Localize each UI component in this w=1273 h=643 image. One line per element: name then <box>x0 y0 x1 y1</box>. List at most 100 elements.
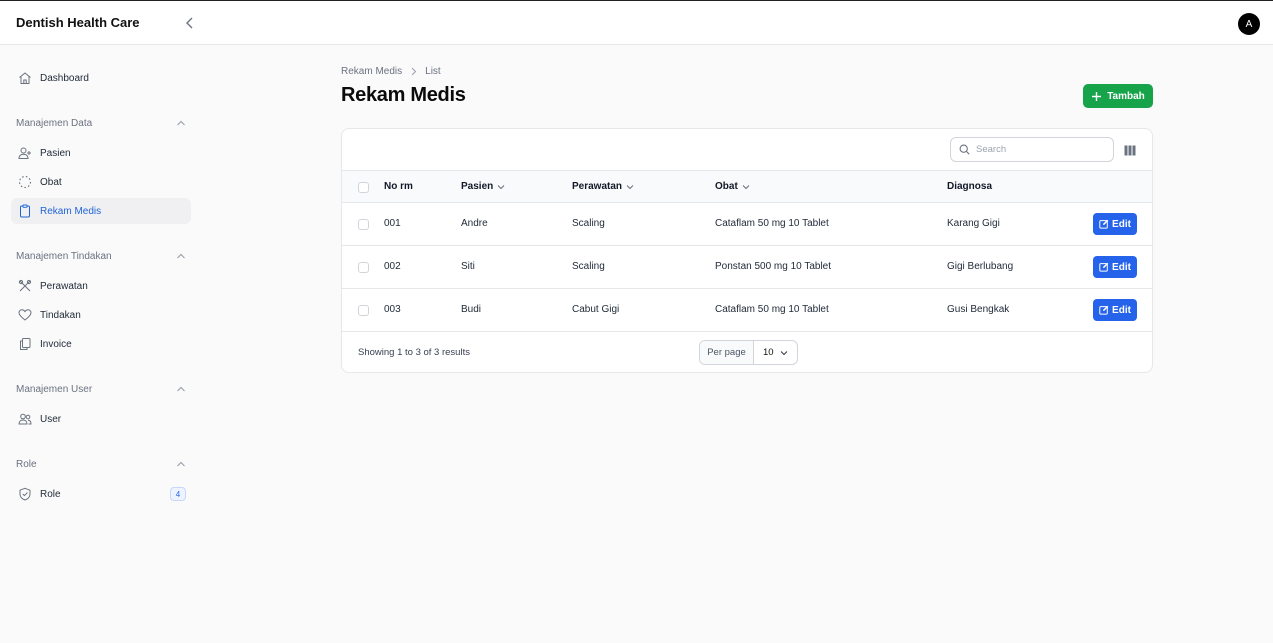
tools-icon <box>17 278 33 294</box>
per-page-selected: 10 <box>763 347 774 358</box>
cell-diagnosa: Gigi Berlubang <box>947 261 1014 272</box>
column-header-perawatan[interactable]: Perawatan <box>572 181 634 192</box>
group-label: Role <box>16 458 37 470</box>
group-manajemen-data[interactable]: Manajemen Data <box>16 115 186 131</box>
sidebar-item-user[interactable]: User <box>11 406 191 432</box>
sidebar-item-dashboard[interactable]: Dashboard <box>11 65 191 91</box>
chevron-down-icon <box>497 184 505 189</box>
cell-perawatan: Scaling <box>572 218 605 229</box>
user-plus-icon <box>17 145 33 161</box>
edit-button[interactable]: Edit <box>1093 213 1137 235</box>
edit-icon <box>1099 219 1109 229</box>
table-row: 002 Siti Scaling Ponstan 500 mg 10 Table… <box>342 246 1152 289</box>
role-count-badge: 4 <box>170 487 186 501</box>
sidebar-item-label: Obat <box>40 176 62 188</box>
add-button-label: Tambah <box>1107 90 1145 102</box>
sidebar-item-label: Pasien <box>40 147 71 159</box>
column-header-no-rm: No rm <box>384 181 413 192</box>
clipboard-icon <box>17 203 33 219</box>
heart-icon <box>17 307 33 323</box>
chevron-left-icon <box>186 17 193 29</box>
sidebar-item-perawatan[interactable]: Perawatan <box>11 273 191 299</box>
edit-button[interactable]: Edit <box>1093 299 1137 321</box>
row-checkbox[interactable] <box>358 219 369 230</box>
sidebar-item-label: Rekam Medis <box>40 205 102 217</box>
group-manajemen-tindakan[interactable]: Manajemen Tindakan <box>16 248 186 264</box>
column-header-pasien[interactable]: Pasien <box>461 181 505 192</box>
group-label: Manajemen User <box>16 383 93 395</box>
edit-button[interactable]: Edit <box>1093 256 1137 278</box>
cell-no-rm: 001 <box>384 218 401 229</box>
column-label: Perawatan <box>572 181 623 192</box>
sidebar-item-role[interactable]: Role 4 <box>11 481 191 507</box>
chevron-down-icon <box>626 184 634 189</box>
chevron-up-icon <box>177 386 185 392</box>
columns-icon <box>1124 145 1136 155</box>
sidebar-item-label: Tindakan <box>40 309 81 321</box>
edit-label: Edit <box>1112 218 1131 230</box>
documents-icon <box>17 336 33 352</box>
toggle-columns-button[interactable] <box>1122 142 1138 158</box>
plus-icon <box>1092 91 1102 101</box>
row-checkbox[interactable] <box>358 305 369 316</box>
table-row: 001 Andre Scaling Cataflam 50 mg 10 Tabl… <box>342 203 1152 246</box>
select-all-checkbox[interactable] <box>358 182 369 193</box>
cell-obat: Cataflam 50 mg 10 Tablet <box>715 218 829 229</box>
breadcrumb-parent[interactable]: Rekam Medis <box>341 66 402 77</box>
column-label: Pasien <box>461 181 494 192</box>
per-page-label: Per page <box>700 341 754 364</box>
group-manajemen-user[interactable]: Manajemen User <box>16 381 186 397</box>
search-icon <box>959 144 970 155</box>
row-checkbox[interactable] <box>358 262 369 273</box>
group-label: Manajemen Data <box>16 117 93 129</box>
users-icon <box>17 411 33 427</box>
sidebar-item-label: Role <box>40 488 61 500</box>
cell-pasien: Budi <box>461 304 482 315</box>
shield-check-icon <box>17 486 33 502</box>
sidebar: Dashboard Manajemen Data Pasien Obat Rek… <box>0 45 205 643</box>
edit-label: Edit <box>1112 261 1131 273</box>
pagination-info: Showing 1 to 3 of 3 results <box>358 347 470 358</box>
sidebar-item-pasien[interactable]: Pasien <box>11 140 191 166</box>
search-input[interactable] <box>976 144 1096 155</box>
table-header: No rm Pasien Perawatan Obat Diagnosa <box>342 170 1152 203</box>
page-title: Rekam Medis <box>341 84 466 106</box>
chevron-up-icon <box>177 461 185 467</box>
top-bar: Dentish Health Care A <box>0 0 1273 45</box>
sidebar-item-label: Perawatan <box>40 280 88 292</box>
group-label: Manajemen Tindakan <box>16 250 112 262</box>
group-role[interactable]: Role <box>16 456 186 472</box>
search-box[interactable] <box>950 137 1114 162</box>
avatar[interactable]: A <box>1238 13 1260 35</box>
breadcrumb-current: List <box>425 66 441 77</box>
cell-pasien: Andre <box>461 218 488 229</box>
chevron-up-icon <box>177 120 185 126</box>
column-header-diagnosa: Diagnosa <box>947 181 992 192</box>
column-header-obat[interactable]: Obat <box>715 181 750 192</box>
sidebar-item-label: Dashboard <box>40 72 89 84</box>
sidebar-item-label: User <box>40 413 62 425</box>
per-page-select[interactable]: Per page 10 <box>699 340 798 365</box>
cell-perawatan: Scaling <box>572 261 605 272</box>
breadcrumb: Rekam Medis List <box>341 66 441 77</box>
dotted-circle-icon <box>17 174 33 190</box>
sidebar-item-obat[interactable]: Obat <box>11 169 191 195</box>
app-title: Dentish Health Care <box>16 15 140 30</box>
cell-no-rm: 003 <box>384 304 401 315</box>
column-label: Diagnosa <box>947 181 993 192</box>
per-page-value[interactable]: 10 <box>754 341 797 364</box>
collapse-sidebar-button[interactable] <box>181 14 199 32</box>
add-button[interactable]: Tambah <box>1083 84 1153 108</box>
edit-icon <box>1099 262 1109 272</box>
sidebar-item-tindakan[interactable]: Tindakan <box>11 302 191 328</box>
cell-perawatan: Cabut Gigi <box>572 304 620 315</box>
cell-obat: Cataflam 50 mg 10 Tablet <box>715 304 829 315</box>
sidebar-item-rekam-medis[interactable]: Rekam Medis <box>11 198 191 224</box>
sidebar-item-invoice[interactable]: Invoice <box>11 331 191 357</box>
table-card: No rm Pasien Perawatan Obat Diagnosa 001… <box>341 128 1153 373</box>
table-row: 003 Budi Cabut Gigi Cataflam 50 mg 10 Ta… <box>342 289 1152 332</box>
cell-pasien: Siti <box>461 261 475 272</box>
cell-diagnosa: Karang Gigi <box>947 218 1000 229</box>
cell-no-rm: 002 <box>384 261 401 272</box>
column-label: No rm <box>384 181 413 192</box>
